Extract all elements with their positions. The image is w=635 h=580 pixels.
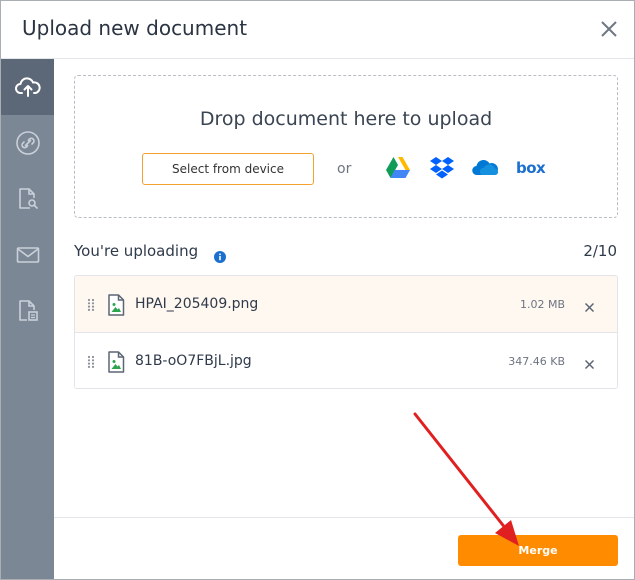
select-from-device-button[interactable]: Select from device [142, 153, 314, 185]
close-icon [584, 359, 595, 370]
document-search-icon [18, 188, 38, 209]
upload-count: 2/10 [583, 242, 617, 260]
dropbox-button[interactable] [430, 156, 454, 183]
merge-button[interactable]: Merge [458, 535, 618, 566]
box-icon[interactable]: box [516, 159, 546, 177]
info-icon[interactable] [214, 248, 226, 267]
file-size: 347.46 KB [508, 355, 565, 368]
close-icon [584, 302, 595, 313]
onedrive-icon [472, 159, 499, 176]
sidebar-item-search-document[interactable] [1, 171, 54, 227]
remove-file-button[interactable] [584, 355, 595, 374]
file-name: HPAI_205409.png [135, 296, 259, 312]
onedrive-button[interactable] [472, 158, 499, 180]
remove-file-button[interactable] [584, 298, 595, 317]
envelope-icon [16, 247, 39, 263]
file-size: 1.02 MB [519, 298, 565, 311]
drag-handle-icon[interactable] [87, 354, 95, 373]
file-row[interactable]: 81B-oO7FBjL.jpg 347.46 KB [75, 333, 617, 388]
file-list: HPAI_205409.png 1.02 MB 81B-oO7FBjL.jpg … [74, 275, 618, 389]
cloud-upload-icon [14, 77, 41, 97]
dialog-title: Upload new document [22, 16, 248, 40]
google-drive-icon [386, 157, 410, 178]
or-label: or [337, 161, 352, 177]
sidebar-item-email[interactable] [1, 227, 54, 283]
sidebar-item-link[interactable] [1, 115, 54, 171]
link-icon [15, 131, 40, 155]
dropzone[interactable]: Drop document here to upload Select from… [74, 75, 618, 218]
dropbox-icon [430, 157, 454, 179]
document-template-icon [18, 300, 38, 321]
footer-divider [54, 517, 634, 518]
image-file-icon [107, 294, 125, 320]
dialog-header: Upload new document [1, 1, 634, 59]
image-file-icon [107, 351, 125, 377]
sidebar-item-template[interactable] [1, 283, 54, 339]
sidebar [1, 59, 54, 579]
close-icon [601, 21, 617, 37]
close-button[interactable] [598, 18, 620, 40]
uploading-label: You're uploading [74, 242, 199, 260]
file-row[interactable]: HPAI_205409.png 1.02 MB [75, 276, 617, 333]
dropzone-title: Drop document here to upload [199, 108, 493, 130]
google-drive-button[interactable] [385, 156, 411, 183]
drag-handle-icon[interactable] [87, 297, 95, 316]
sidebar-item-upload[interactable] [1, 59, 54, 115]
file-name: 81B-oO7FBjL.jpg [135, 353, 252, 369]
upload-dialog: Upload new document Drop document here t… [0, 0, 635, 580]
